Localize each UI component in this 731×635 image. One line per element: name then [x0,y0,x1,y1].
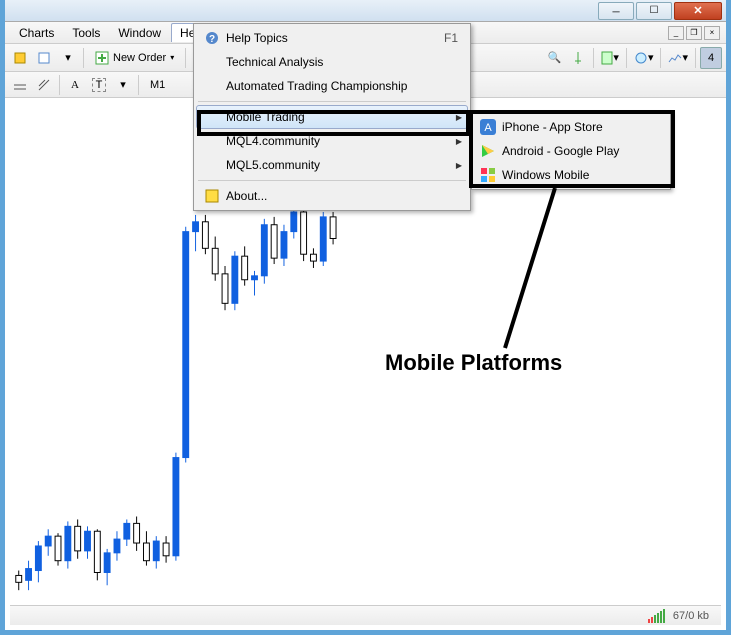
mdi-minimize-button[interactable]: _ [668,26,684,40]
menu-separator [198,180,466,181]
toolbar-separator [593,48,594,68]
submenu-arrow-icon: ▶ [456,161,462,170]
annotation-text: Mobile Platforms [385,350,562,376]
menu-automated-trading[interactable]: Automated Trading Championship [196,74,468,98]
windows-icon [480,167,496,183]
submenu-windows[interactable]: Windows Mobile [474,163,668,187]
new-order-label: New Order [113,52,166,64]
connection-signal-icon [648,609,673,623]
menu-help-topics[interactable]: ? Help Topics F1 [196,26,468,50]
toolbar-btn-clock[interactable]: ▾ [631,47,657,69]
toolbar-btn-b[interactable]: ▾ [598,47,622,69]
svg-text:A: A [484,122,492,134]
menu-about[interactable]: About... [196,184,468,208]
menu-technical-analysis[interactable]: Technical Analysis [196,50,468,74]
toolbar-separator [138,75,139,95]
about-icon [202,188,222,204]
menu-mql4[interactable]: MQL4.community ▶ [196,129,468,153]
toolbar-btn-2[interactable] [33,47,55,69]
menu-mql5[interactable]: MQL5.community ▶ [196,153,468,177]
draw-text-a[interactable]: A [64,74,86,96]
maximize-button[interactable]: ☐ [636,2,672,20]
toolbar-btn-1[interactable] [9,47,31,69]
submenu-label: Android - Google Play [502,144,619,158]
toolbar-separator [83,48,84,68]
help-dropdown-menu: ? Help Topics F1 Technical Analysis Auto… [193,23,471,211]
submenu-label: iPhone - App Store [502,120,603,134]
submenu-arrow-icon: ▶ [456,113,462,122]
minimize-button[interactable]: ─ [598,2,634,20]
toolbar-separator [626,48,627,68]
new-order-button[interactable]: New Order ▾ [88,47,181,69]
help-icon: ? [202,30,222,46]
toolbar-separator [59,75,60,95]
draw-text-t[interactable]: T [88,74,110,96]
menu-mobile-trading[interactable]: Mobile Trading ▶ [196,105,468,129]
submenu-label: Windows Mobile [502,168,589,182]
mobile-trading-submenu: A iPhone - App Store Android - Google Pl… [471,112,671,190]
close-button[interactable]: ✕ [674,2,722,20]
menu-separator [198,101,466,102]
menu-item-label: About... [222,189,462,203]
statusbar: 67/0 kb [10,605,721,625]
toolbar-separator [695,48,696,68]
menu-item-label: Technical Analysis [222,55,462,69]
menu-item-shortcut: F1 [444,31,462,45]
sidebar-badge[interactable]: 4 [700,47,722,69]
mdi-close-button[interactable]: × [704,26,720,40]
menu-item-label: Help Topics [222,31,444,45]
timeframe-m1[interactable]: M1 [143,74,172,96]
draw-line-2[interactable] [33,74,55,96]
menu-item-label: Mobile Trading [222,110,456,124]
appstore-icon: A [480,119,496,135]
window-titlebar: ─ ☐ ✕ [5,0,726,22]
draw-line-1[interactable] [9,74,31,96]
svg-text:?: ? [209,34,215,45]
mdi-restore-button[interactable]: ❐ [686,26,702,40]
submenu-arrow-icon: ▶ [456,137,462,146]
toolbar-btn-a[interactable] [567,47,589,69]
transfer-status: 67/0 kb [673,610,721,622]
menu-item-label: MQL4.community [222,134,456,148]
menu-charts[interactable]: Charts [11,24,62,42]
menu-tools[interactable]: Tools [64,24,108,42]
toolbar-separator [660,48,661,68]
menu-item-label: MQL5.community [222,158,456,172]
draw-dropdown[interactable]: ▾ [112,74,134,96]
toolbar-separator [185,48,186,68]
submenu-android[interactable]: Android - Google Play [474,139,668,163]
submenu-iphone[interactable]: A iPhone - App Store [474,115,668,139]
plus-icon [95,51,109,65]
toolbar-dropdown-1[interactable]: ▾ [57,47,79,69]
toolbar-btn-chart[interactable]: ▾ [665,47,691,69]
play-icon [480,143,496,159]
menu-item-label: Automated Trading Championship [222,79,462,93]
menu-window[interactable]: Window [110,24,169,42]
toolbar-btn-zoom[interactable]: 🔍 [543,47,565,69]
